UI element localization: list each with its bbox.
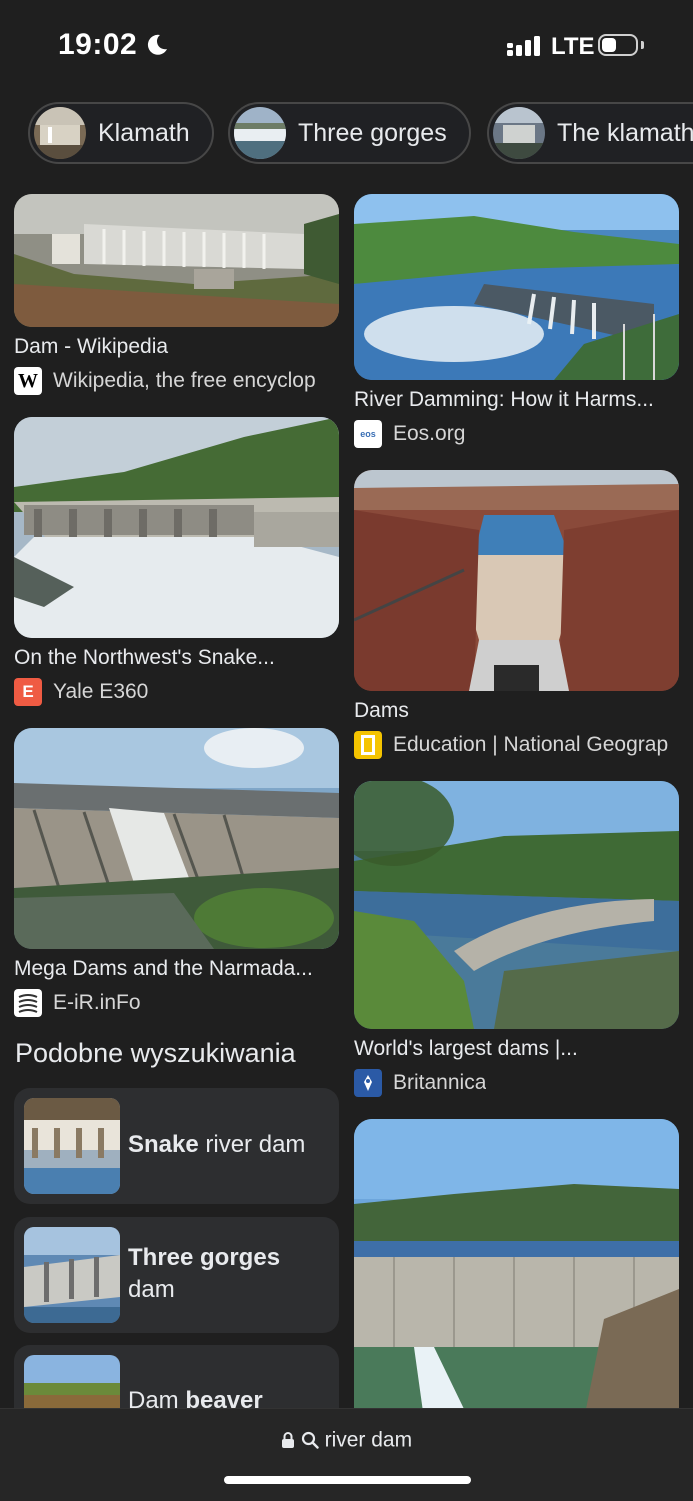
result-source-name: Yale E360	[53, 680, 149, 703]
related-search-item[interactable]: Snake river dam	[14, 1088, 339, 1204]
result-card[interactable]: Dams Education | National Geograp	[354, 470, 679, 759]
natgeo-icon	[354, 731, 382, 759]
result-image	[354, 1119, 679, 1419]
battery-level	[602, 38, 616, 52]
chip-the-klamath[interactable]: The klamath	[487, 102, 693, 164]
chip-label: Three gorges	[298, 118, 447, 147]
result-title: On the Northwest's Snake...	[14, 646, 275, 669]
moon-icon	[147, 34, 167, 55]
chip-thumbnail	[493, 107, 545, 159]
result-title: Dams	[354, 699, 409, 722]
chip-label: Klamath	[98, 118, 190, 147]
result-image	[14, 417, 339, 638]
lock-icon	[281, 1431, 295, 1449]
result-source-name: Wikipedia, the free encyclop	[53, 369, 316, 392]
result-source: E-iR.inFo	[14, 989, 339, 1017]
chip-thumbnail	[234, 107, 286, 159]
result-source-name: Eos.org	[393, 422, 466, 445]
related-search-text: Three gorges dam	[128, 1244, 281, 1303]
result-image	[354, 470, 679, 691]
related-thumbnail	[24, 1098, 120, 1194]
result-card[interactable]: River Damming: How it Harms... eos Eos.o…	[354, 194, 679, 448]
result-title: World's largest dams |...	[354, 1037, 578, 1060]
search-icon	[301, 1431, 319, 1450]
browser-bottom-bar	[0, 1408, 693, 1501]
result-source: eos Eos.org	[354, 420, 679, 448]
britannica-icon	[354, 1069, 382, 1097]
result-title: Mega Dams and the Narmada...	[14, 957, 313, 980]
result-image	[354, 781, 679, 1029]
wikipedia-icon: W	[14, 367, 42, 395]
result-source: Education | National Geograp	[354, 731, 679, 759]
eos-icon: eos	[354, 420, 382, 448]
result-source: E Yale E360	[14, 678, 339, 706]
result-image	[14, 194, 339, 327]
result-source: W Wikipedia, the free encyclop	[14, 367, 339, 395]
result-image	[14, 728, 339, 949]
chip-label: The klamath	[557, 118, 693, 147]
result-image	[354, 194, 679, 380]
result-source-name: Education | National Geograp	[393, 733, 669, 756]
related-thumbnail	[24, 1355, 120, 1415]
status-time: 19:02	[58, 28, 138, 61]
related-thumbnail	[24, 1227, 120, 1323]
address-text: river dam	[324, 1428, 413, 1452]
related-search-item[interactable]: Three gorges dam	[14, 1217, 339, 1333]
related-search-item[interactable]: Dam beaver	[14, 1345, 339, 1415]
result-source-name: E-iR.inFo	[53, 991, 141, 1014]
battery-tip	[641, 41, 644, 49]
chip-three-gorges[interactable]: Three gorges	[228, 102, 471, 164]
chip-thumbnail	[34, 107, 86, 159]
network-type: LTE	[551, 33, 595, 60]
home-indicator[interactable]	[224, 1476, 471, 1484]
eir-icon	[14, 989, 42, 1017]
result-source: Britannica	[354, 1069, 679, 1097]
result-title: Dam - Wikipedia	[14, 335, 169, 358]
result-source-name: Britannica	[393, 1071, 487, 1094]
result-card[interactable]	[354, 1119, 679, 1419]
result-card[interactable]: Dam - Wikipedia W Wikipedia, the free en…	[14, 194, 339, 395]
chip-klamath[interactable]: Klamath	[28, 102, 214, 164]
status-bar: 19:02 LTE	[0, 0, 693, 90]
result-card[interactable]: Mega Dams and the Narmada... E-iR.inFo	[14, 728, 339, 1017]
signal-icon	[507, 36, 540, 56]
related-searches-heading: Podobne wyszukiwania	[15, 1038, 296, 1068]
result-card[interactable]: On the Northwest's Snake... E Yale E360	[14, 417, 339, 706]
result-card[interactable]: World's largest dams |... Britannica	[354, 781, 679, 1097]
chip-row: Klamath Three gorges The klamath	[0, 102, 693, 166]
address-bar[interactable]: river dam	[0, 1428, 693, 1452]
yale-e360-icon: E	[14, 678, 42, 706]
result-title: River Damming: How it Harms...	[354, 388, 654, 411]
related-search-text: Snake river dam	[128, 1131, 306, 1158]
battery-icon	[598, 34, 638, 56]
